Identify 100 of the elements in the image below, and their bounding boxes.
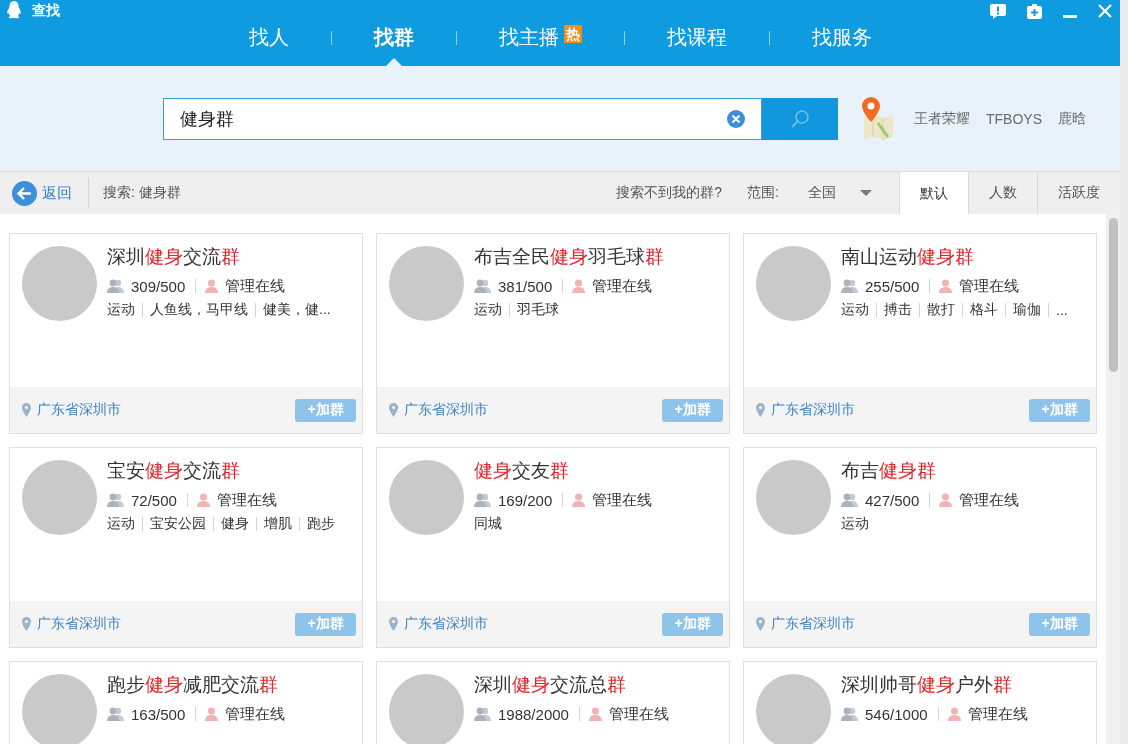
member-count: 1988/2000 bbox=[498, 705, 569, 723]
admin-icon bbox=[588, 707, 602, 721]
group-tag: 人鱼线，马甲线 bbox=[150, 301, 248, 319]
group-tag: 健美，健... bbox=[263, 301, 331, 319]
group-tag: 增肌 bbox=[264, 515, 292, 533]
penguin-icon bbox=[6, 1, 22, 19]
group-tag: 健身 bbox=[221, 515, 249, 533]
group-title: 南山运动健身群 bbox=[841, 245, 975, 269]
group-location: 广东省深圳市 bbox=[771, 401, 855, 419]
member-count: 72/500 bbox=[131, 491, 177, 509]
group-tag: 运动 bbox=[841, 301, 869, 319]
search-field[interactable]: 健身群 bbox=[163, 97, 762, 140]
admin-icon bbox=[572, 279, 586, 293]
plus-box-icon[interactable] bbox=[1027, 3, 1042, 19]
join-group-button[interactable]: +加群 bbox=[662, 398, 723, 422]
group-title: 布吉健身群 bbox=[841, 459, 937, 483]
group-title: 跑步健身减肥交流群 bbox=[107, 673, 279, 697]
members-icon bbox=[841, 493, 858, 507]
close-icon[interactable] bbox=[1098, 4, 1112, 18]
group-tag: 羽毛球 bbox=[517, 301, 559, 319]
admin-icon bbox=[196, 493, 210, 507]
sort-tab[interactable]: 默认 bbox=[899, 172, 968, 215]
join-group-button[interactable]: +加群 bbox=[295, 612, 356, 636]
admin-status: 管理在线 bbox=[959, 490, 1020, 510]
map-marker-icon bbox=[860, 96, 896, 141]
group-title: 布吉全民健身羽毛球群 bbox=[474, 245, 664, 269]
admin-status: 管理在线 bbox=[225, 276, 286, 296]
member-count: 169/200 bbox=[498, 491, 553, 509]
group-tag: 瑜伽 bbox=[1013, 301, 1041, 319]
scope-label: 范围: bbox=[747, 184, 779, 202]
search-icon bbox=[791, 109, 809, 128]
admin-icon bbox=[947, 707, 961, 721]
admin-icon bbox=[205, 279, 219, 293]
group-title: 深圳健身交流总群 bbox=[474, 673, 627, 697]
location-pin-icon bbox=[389, 403, 398, 417]
clear-icon[interactable] bbox=[727, 109, 745, 128]
location-pin-icon bbox=[22, 403, 31, 417]
admin-status: 管理在线 bbox=[592, 276, 653, 296]
group-tag: 运动 bbox=[841, 515, 869, 533]
speech-bubble-icon[interactable] bbox=[990, 3, 1006, 19]
join-group-button[interactable]: +加群 bbox=[1029, 612, 1090, 636]
group-tag: 运动 bbox=[107, 301, 135, 319]
group-location: 广东省深圳市 bbox=[404, 401, 488, 419]
group-location: 广东省深圳市 bbox=[37, 615, 121, 633]
join-group-button[interactable]: +加群 bbox=[295, 398, 356, 422]
hot-keyword-link[interactable]: TFBOYS bbox=[986, 110, 1042, 127]
group-tag: 同城 bbox=[474, 515, 502, 533]
admin-status: 管理在线 bbox=[592, 490, 653, 510]
group-title: 深圳健身交流群 bbox=[107, 245, 241, 269]
admin-status: 管理在线 bbox=[216, 490, 277, 510]
scope-dropdown[interactable]: 全国 bbox=[779, 172, 872, 214]
group-tag: ... bbox=[1056, 302, 1068, 318]
group-tag: 搏击 bbox=[884, 301, 912, 319]
group-tag: 跑步 bbox=[307, 515, 335, 533]
members-icon bbox=[841, 279, 858, 293]
group-title: 深圳帅哥健身户外群 bbox=[841, 673, 1013, 697]
members-icon bbox=[107, 707, 124, 721]
members-icon bbox=[474, 493, 491, 507]
group-tag: 散打 bbox=[927, 301, 955, 319]
members-icon bbox=[474, 279, 491, 293]
group-location: 广东省深圳市 bbox=[771, 615, 855, 633]
admin-status: 管理在线 bbox=[225, 704, 286, 724]
members-icon bbox=[474, 707, 491, 721]
join-group-button[interactable]: +加群 bbox=[662, 612, 723, 636]
group-tag: 运动 bbox=[107, 515, 135, 533]
member-count: 427/500 bbox=[865, 491, 920, 509]
group-title: 宝安健身交流群 bbox=[107, 459, 241, 483]
admin-status: 管理在线 bbox=[967, 704, 1028, 724]
nav-tab[interactable]: 找服务 bbox=[811, 20, 872, 66]
group-title: 健身交友群 bbox=[474, 459, 570, 483]
member-count: 546/1000 bbox=[865, 705, 928, 723]
location-pin-icon bbox=[389, 617, 398, 631]
search-query-label: 搜索: 健身群 bbox=[103, 184, 181, 202]
hot-keyword-link[interactable]: 王者荣耀 bbox=[914, 109, 970, 128]
group-tag: 运动 bbox=[474, 301, 502, 319]
hot-badge: 热 bbox=[563, 25, 582, 43]
members-icon bbox=[107, 493, 124, 507]
admin-icon bbox=[205, 707, 219, 721]
scrollbar-thumb[interactable] bbox=[1108, 218, 1118, 372]
admin-icon bbox=[939, 279, 953, 293]
nav-tab[interactable]: 找课程 bbox=[666, 20, 727, 66]
member-count: 381/500 bbox=[498, 277, 553, 295]
admin-icon bbox=[939, 493, 953, 507]
window-title: 查找 bbox=[32, 2, 60, 18]
member-count: 163/500 bbox=[131, 705, 186, 723]
location-pin-icon bbox=[756, 403, 765, 417]
search-button[interactable] bbox=[762, 97, 838, 140]
group-tag: 宝安公园 bbox=[150, 515, 206, 533]
admin-icon bbox=[572, 493, 586, 507]
caret-down-icon bbox=[860, 190, 872, 196]
nav-tab[interactable]: 找主播 热 bbox=[498, 20, 582, 66]
back-button[interactable]: 返回 bbox=[0, 172, 72, 214]
member-count: 255/500 bbox=[865, 277, 920, 295]
nav-tab[interactable]: 找人 bbox=[248, 20, 289, 66]
join-group-button[interactable]: +加群 bbox=[1029, 398, 1090, 422]
help-link[interactable]: 搜索不到我的群? bbox=[616, 184, 723, 202]
members-icon bbox=[841, 707, 858, 721]
location-pin-icon bbox=[22, 617, 31, 631]
hot-keyword-link[interactable]: 鹿晗 bbox=[1058, 109, 1086, 128]
member-count: 309/500 bbox=[131, 277, 186, 295]
